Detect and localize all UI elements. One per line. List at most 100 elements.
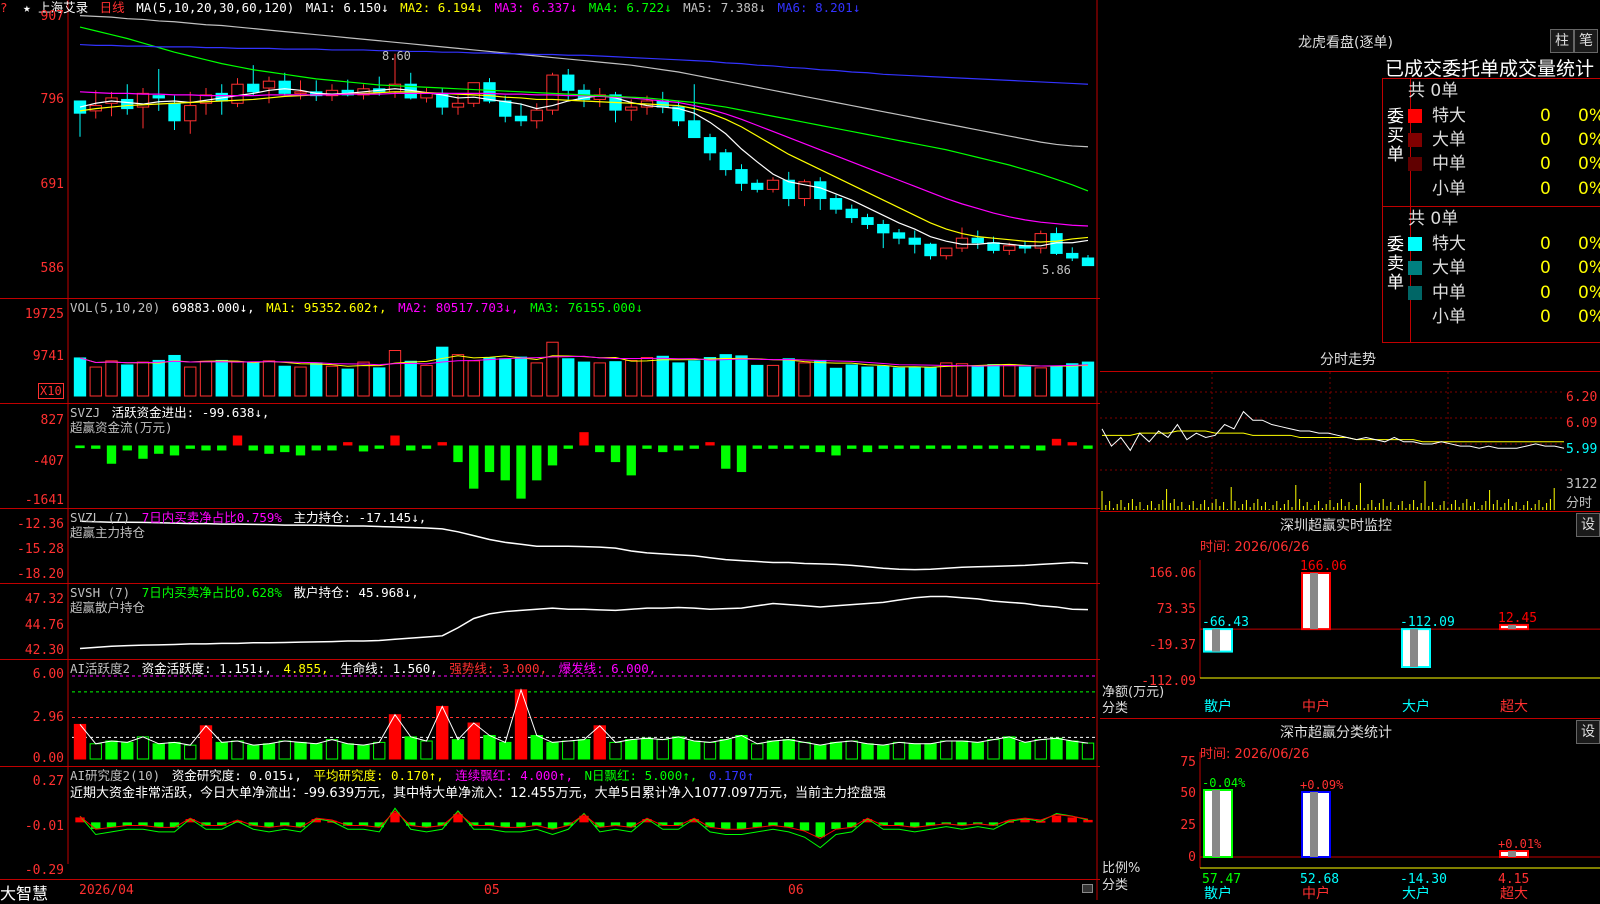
ai1-bar <box>924 743 937 760</box>
ai1-bar <box>656 739 669 760</box>
ai2-bar <box>799 822 810 831</box>
svzj-bar <box>941 445 951 449</box>
ai1-value2: 4.855, <box>283 661 329 676</box>
volume-bar <box>404 360 417 397</box>
volume-bar <box>735 355 748 397</box>
ma6-value: MA6: 8.201↓ <box>777 0 861 15</box>
bar-mode-button[interactable]: 柱 <box>1550 29 1574 53</box>
sc-value-label: 52.68 <box>1300 872 1339 887</box>
buy-xl-pct: 0% <box>1578 106 1600 126</box>
ai2-bar <box>721 822 731 829</box>
volume-bar <box>766 364 780 397</box>
svzj-bar <box>988 445 999 449</box>
svzl-y-label: -18.20 <box>17 567 64 582</box>
candle-body <box>924 243 937 257</box>
ai2-bar <box>1051 815 1062 823</box>
ai1-bar <box>1034 739 1047 760</box>
volume-bar <box>341 368 354 397</box>
x-label-jun: 06 <box>788 883 804 898</box>
candle-body <box>247 83 260 93</box>
candle-body <box>420 92 433 99</box>
svzj-bar <box>374 445 384 449</box>
main-chart-svg <box>67 0 1098 900</box>
svzj-bar <box>343 442 353 446</box>
sc-bar-shade <box>1212 790 1220 857</box>
volume-bar <box>152 359 165 397</box>
svzl-subtitle: 超赢主力持仓 <box>70 525 146 540</box>
candle-body <box>499 100 512 117</box>
volume-bar <box>924 366 937 397</box>
ma-param-label: MA(5,10,20,30,60,120) <box>136 0 295 15</box>
volume-bar <box>278 365 291 397</box>
ai1-bar <box>404 736 417 760</box>
volume-bar <box>672 362 685 397</box>
ai2-research: 资金研究度: 0.015↓, <box>171 768 302 783</box>
svzj-bar <box>815 445 825 453</box>
svzj-bar <box>1067 442 1077 446</box>
svzj-bar <box>106 445 117 464</box>
candle-body <box>530 109 543 122</box>
lh-vdivider <box>1382 78 1383 342</box>
ai1-bar <box>530 734 543 760</box>
vol-ma2: MA2: 80517.703↓, <box>398 300 519 315</box>
svzl-y-label: -12.36 <box>17 517 64 532</box>
svzj-bar <box>831 445 841 456</box>
buy-xl-swatch <box>1408 109 1422 123</box>
lock-icon[interactable] <box>1082 884 1093 893</box>
svzl-name: SVZL (7) <box>70 510 131 525</box>
svzj-bar <box>847 445 857 449</box>
sell-l-swatch <box>1408 261 1422 275</box>
ai1-bar <box>310 743 323 760</box>
sep-svzj <box>0 403 1100 404</box>
sz-bar-shade <box>1212 629 1220 652</box>
ai2-bar <box>1067 817 1077 823</box>
ai2-y-label: 0.27 <box>32 774 64 789</box>
ai1-bar <box>798 741 811 760</box>
svzj-bar <box>799 445 810 449</box>
sell-row: 小单 0 0% <box>1408 306 1600 328</box>
ai1-bar <box>546 741 559 760</box>
svzl-value: 主力持仓: -17.145↓, <box>293 510 427 525</box>
svzj-bar <box>1020 445 1030 449</box>
svsh-line <box>79 595 1089 650</box>
main-header: ? ★ 上海艾录 日线 MA(5,10,20,30,60,120) MA1: 6… <box>0 1 864 15</box>
svzj-bar <box>595 445 605 453</box>
tick-mode-button[interactable]: 笔 <box>1574 29 1598 53</box>
svzj-bar <box>500 445 510 481</box>
volume-bar <box>940 362 953 397</box>
svzj-bar <box>248 445 258 451</box>
ma-line-ma5 <box>79 15 1089 148</box>
svzl-line <box>79 520 1089 571</box>
ai2-avg: 平均研究度: 0.170↑, <box>313 768 444 783</box>
period-label[interactable]: 日线 <box>100 0 125 15</box>
ai1-bar <box>1003 736 1016 760</box>
vol-ma3: MA3: 76155.000↓ <box>530 300 643 315</box>
brand-label: 大智慧 <box>0 884 49 903</box>
sz-category-label: 超大 <box>1500 699 1528 715</box>
sz-value-label: -66.43 <box>1202 615 1249 630</box>
svzj-bar <box>925 445 936 449</box>
sc-category-label: 大户 <box>1402 885 1430 900</box>
ai1-bar <box>420 740 433 760</box>
svzj-bar <box>957 445 967 449</box>
candle-body <box>451 102 465 108</box>
sc-value-label: -14.30 <box>1400 872 1447 887</box>
ai1-bar <box>373 741 386 760</box>
sell-m-pct: 0% <box>1578 283 1600 303</box>
ai1-bar <box>782 739 795 760</box>
ai2-y-label: -0.01 <box>24 819 64 834</box>
ai1-bar <box>845 740 858 760</box>
volume-bar <box>1081 361 1095 397</box>
ai1-bar <box>1018 741 1032 760</box>
sell-xl-swatch <box>1408 237 1422 251</box>
volume-bar <box>231 361 244 397</box>
svzj-header: SVZJ 活跃资金进出: -99.638↓, <box>70 406 273 420</box>
volume-bar <box>562 358 575 397</box>
ai1-bar <box>325 739 339 760</box>
candle-body <box>940 247 953 257</box>
candle-body <box>719 152 732 171</box>
volume-bar <box>971 365 984 397</box>
candle-body <box>892 232 906 239</box>
svzj-bar <box>626 445 636 476</box>
main-y-label: 907 <box>40 9 64 24</box>
